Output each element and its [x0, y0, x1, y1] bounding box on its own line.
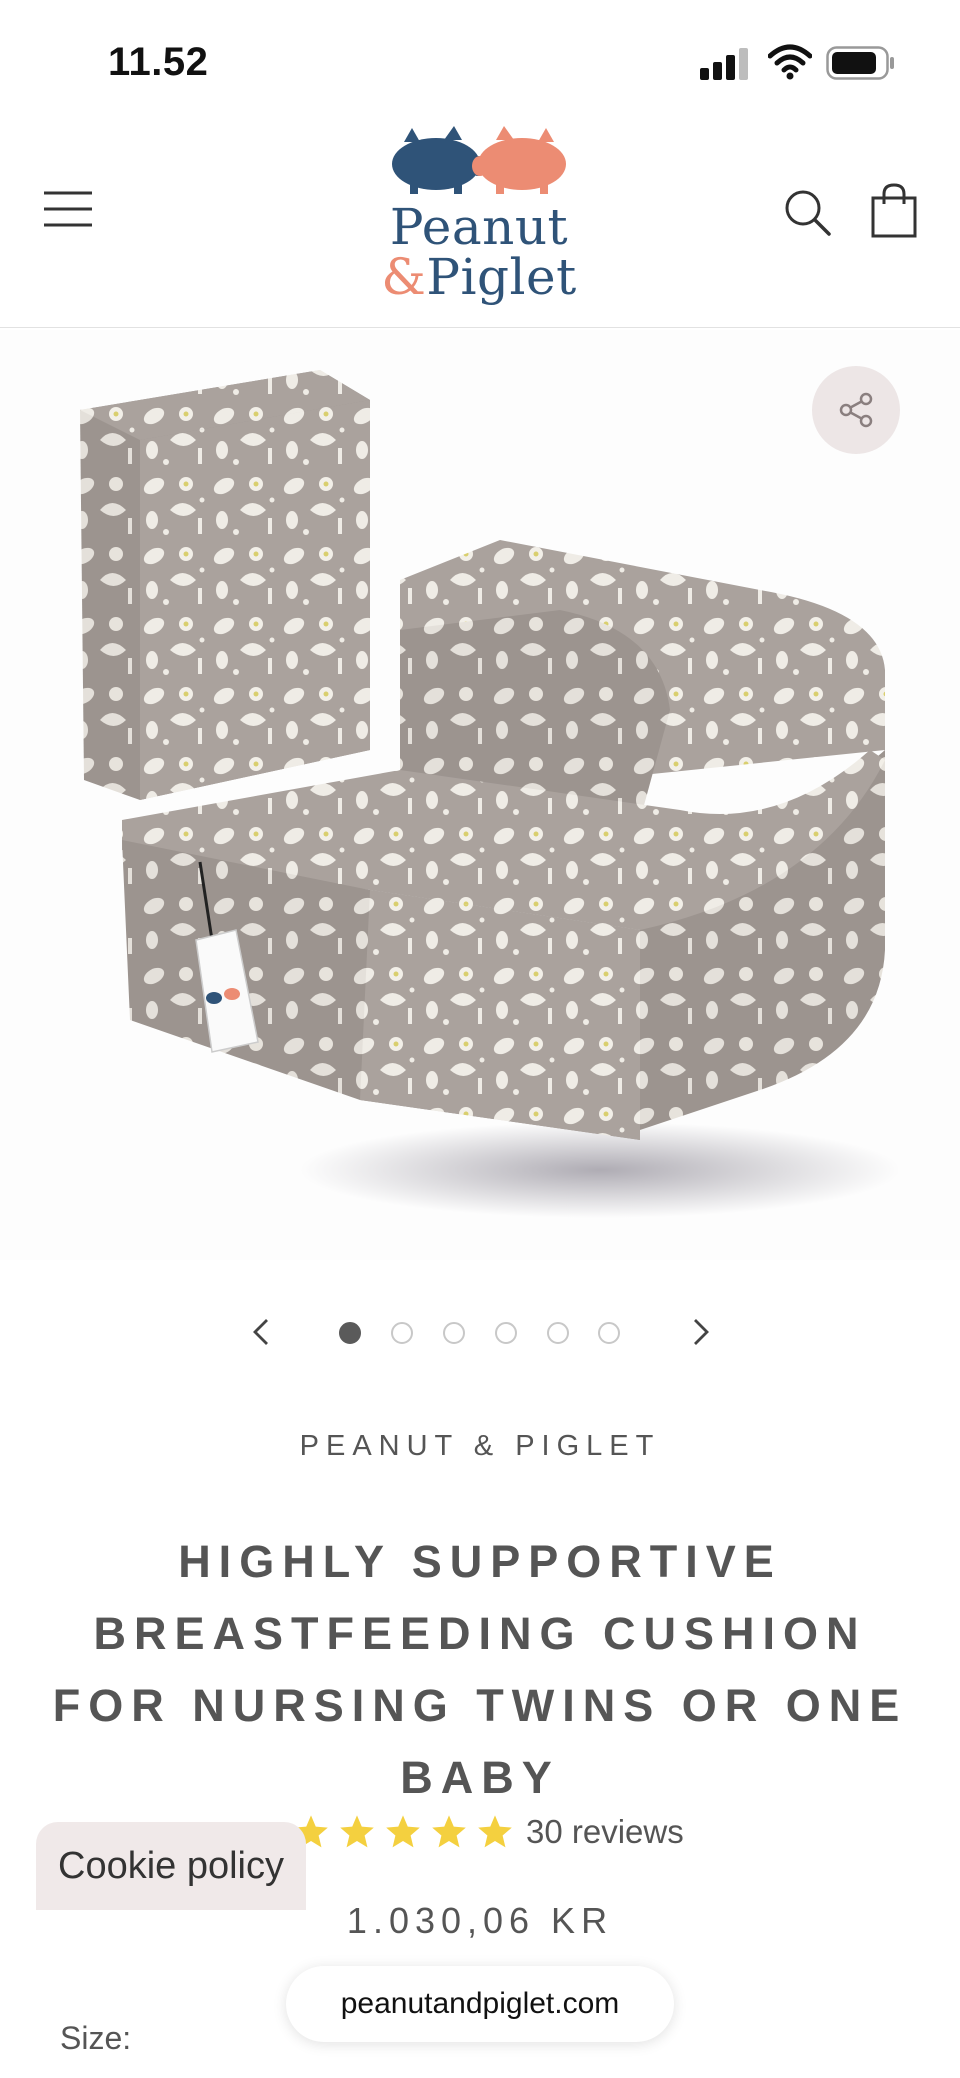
logo-ampersand: &: [381, 248, 427, 306]
product-vendor[interactable]: PEANUT & PIGLET: [0, 1430, 960, 1463]
logo-wordmark-line1: Peanut: [389, 198, 569, 256]
gallery-dot-4[interactable]: [495, 1322, 517, 1344]
gallery-pagination: [0, 1310, 960, 1354]
size-label: Size:: [60, 2020, 132, 2056]
logo-wordmark-line2: &Piglet: [374, 250, 584, 304]
product-gallery[interactable]: [0, 330, 960, 1260]
shopping-bag-icon[interactable]: [870, 182, 918, 238]
chevron-right-icon[interactable]: [682, 1314, 718, 1350]
reviews-count[interactable]: 30 reviews: [526, 1813, 684, 1851]
gallery-dot-2[interactable]: [391, 1322, 413, 1344]
star-icon: [478, 1815, 512, 1848]
gallery-dot-3[interactable]: [443, 1322, 465, 1344]
cookie-policy-button[interactable]: Cookie policy: [36, 1822, 306, 1910]
status-time: 11.52: [108, 40, 209, 84]
gallery-dot-6[interactable]: [598, 1322, 620, 1344]
logo-word-piglet: Piglet: [426, 248, 577, 306]
site-header: Peanut &Piglet: [0, 110, 960, 328]
product-title: HIGHLY SUPPORTIVE BREASTFEEDING CUSHION …: [52, 1536, 908, 1803]
search-icon[interactable]: [783, 188, 833, 238]
gallery-dot-5[interactable]: [547, 1322, 569, 1344]
wifi-icon: [768, 44, 812, 80]
product-rating[interactable]: 30 reviews: [292, 1810, 684, 1854]
brand-logo[interactable]: Peanut &Piglet: [374, 124, 584, 310]
gallery-dot-1[interactable]: [339, 1322, 361, 1344]
star-icon: [340, 1815, 374, 1848]
browser-url-bar[interactable]: peanutandpiglet.com: [286, 1966, 674, 2042]
hamburger-menu-icon[interactable]: [40, 188, 96, 230]
cellular-signal-icon: [700, 48, 748, 80]
star-icon: [386, 1815, 420, 1848]
share-icon: [839, 392, 873, 428]
product-image-twin-nursing-cushion[interactable]: [0, 330, 960, 1260]
battery-icon: [826, 46, 894, 80]
star-icon: [432, 1815, 466, 1848]
logo-pigs-icon: [392, 126, 566, 194]
chevron-left-icon[interactable]: [244, 1314, 280, 1350]
share-button[interactable]: [812, 366, 900, 454]
status-bar: 11.52: [0, 0, 960, 110]
